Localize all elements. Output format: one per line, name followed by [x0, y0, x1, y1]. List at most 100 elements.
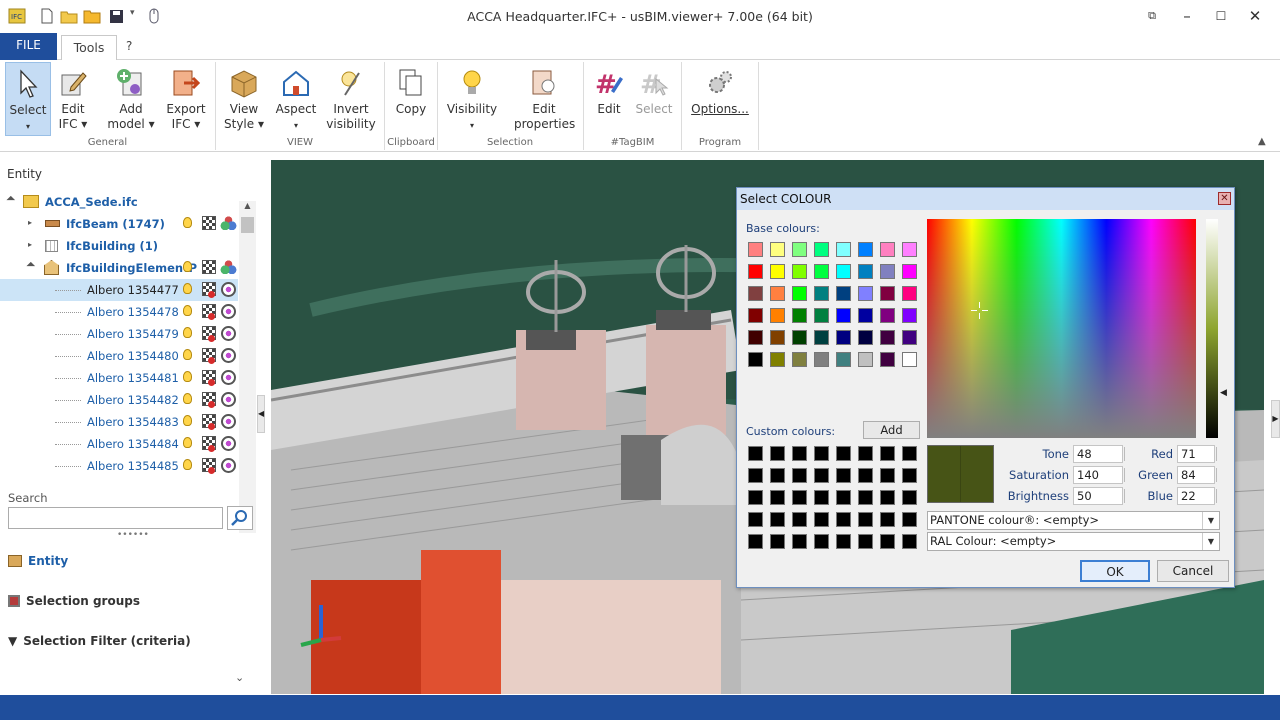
colour-target-icon[interactable] [221, 436, 236, 451]
base-colour-swatch[interactable] [858, 286, 873, 301]
tab-tools[interactable]: Tools [61, 35, 117, 61]
brightness-input[interactable]: 50 [1073, 487, 1125, 505]
base-colour-swatch[interactable] [836, 264, 851, 279]
custom-colour-swatch[interactable] [836, 468, 851, 483]
custom-colour-swatch[interactable] [814, 534, 829, 549]
green-input[interactable]: 84 [1177, 466, 1217, 484]
custom-colour-swatch[interactable] [858, 490, 873, 505]
base-colour-swatch[interactable] [814, 242, 829, 257]
custom-colour-swatch[interactable] [814, 446, 829, 461]
base-colour-swatch[interactable] [770, 308, 785, 323]
custom-colour-swatch[interactable] [858, 512, 873, 527]
transparency-icon[interactable] [202, 260, 216, 274]
base-colour-swatch[interactable] [880, 286, 895, 301]
lightbulb-icon[interactable] [183, 371, 192, 382]
base-colour-swatch[interactable] [836, 308, 851, 323]
custom-colour-swatch[interactable] [748, 512, 763, 527]
custom-colour-swatch[interactable] [836, 490, 851, 505]
saturation-input[interactable]: 140 [1073, 466, 1125, 484]
custom-colour-swatch[interactable] [792, 490, 807, 505]
tone-input[interactable]: 48 [1073, 445, 1125, 463]
lightbulb-icon[interactable] [183, 415, 192, 426]
panel-expand-chevron-icon[interactable]: ⌄ [235, 671, 244, 684]
base-colour-swatch[interactable] [770, 264, 785, 279]
base-colour-swatch[interactable] [902, 308, 917, 323]
custom-colour-swatch[interactable] [836, 534, 851, 549]
base-colour-swatch[interactable] [814, 352, 829, 367]
custom-colour-swatch[interactable] [770, 446, 785, 461]
base-colour-swatch[interactable] [792, 308, 807, 323]
aspect-button[interactable]: Aspect ▾ [274, 62, 318, 136]
custom-colour-swatch[interactable] [902, 512, 917, 527]
base-colour-swatch[interactable] [858, 308, 873, 323]
custom-colour-swatch[interactable] [880, 468, 895, 483]
options-button[interactable]: Options... [690, 62, 750, 136]
base-colour-swatch[interactable] [748, 264, 763, 279]
tree-item[interactable]: ◣ ACCA_Sede.ifc [0, 191, 238, 213]
close-button[interactable]: ✕ [1238, 4, 1272, 28]
custom-colour-swatch[interactable] [880, 446, 895, 461]
cancel-button[interactable]: Cancel [1157, 560, 1229, 582]
custom-colour-swatch[interactable] [858, 446, 873, 461]
base-colour-swatch[interactable] [748, 286, 763, 301]
tree-scrollbar[interactable]: ▲ ▼ [239, 201, 256, 533]
tree-item[interactable]: Albero 1354479 [0, 323, 238, 345]
base-colour-swatch[interactable] [814, 264, 829, 279]
custom-colour-swatch[interactable] [792, 512, 807, 527]
base-colour-swatch[interactable] [770, 352, 785, 367]
base-colour-swatch[interactable] [858, 352, 873, 367]
colour-target-icon[interactable] [221, 392, 236, 407]
tree-item[interactable]: Albero 1354482 [0, 389, 238, 411]
tree-item[interactable]: Albero 1354477 [0, 279, 238, 301]
panel-collapse-handle[interactable]: ◀ [257, 395, 265, 433]
custom-colour-swatch[interactable] [770, 512, 785, 527]
ok-button[interactable]: OK [1080, 560, 1150, 582]
custom-colour-swatch[interactable] [880, 512, 895, 527]
base-colour-swatch[interactable] [792, 352, 807, 367]
colour-target-icon[interactable] [221, 304, 236, 319]
custom-colour-swatch[interactable] [770, 534, 785, 549]
tree-item[interactable]: Albero 1354485 [0, 455, 238, 477]
base-colour-swatch[interactable] [902, 242, 917, 257]
base-colour-swatch[interactable] [814, 330, 829, 345]
right-panel-handle[interactable]: ▶ [1271, 400, 1280, 438]
custom-colour-swatch[interactable] [748, 446, 763, 461]
tree-expander-icon[interactable]: ◣ [26, 261, 37, 272]
pantone-select[interactable]: PANTONE colour®: <empty> ▼ [927, 511, 1220, 530]
tree-expander-icon[interactable]: ◣ [6, 195, 17, 206]
luminance-slider[interactable] [1206, 219, 1218, 438]
colour-balls-icon[interactable] [220, 260, 237, 274]
base-colour-swatch[interactable] [814, 308, 829, 323]
base-colour-swatch[interactable] [792, 286, 807, 301]
lightbulb-icon[interactable] [183, 349, 192, 360]
base-colour-swatch[interactable] [770, 330, 785, 345]
accordion-selection-groups[interactable]: Selection groups [8, 594, 140, 608]
base-colour-swatch[interactable] [792, 330, 807, 345]
minimize-button[interactable]: – [1170, 4, 1204, 28]
custom-colour-swatch[interactable] [792, 446, 807, 461]
collapse-ribbon-icon[interactable]: ▲ [1258, 136, 1266, 147]
custom-colour-swatch[interactable] [814, 490, 829, 505]
custom-colour-swatch[interactable] [836, 512, 851, 527]
tree-item[interactable]: Albero 1354484 [0, 433, 238, 455]
select-button[interactable]: Select ▾ [5, 62, 51, 136]
tree-item[interactable]: Albero 1354481 [0, 367, 238, 389]
base-colour-swatch[interactable] [836, 242, 851, 257]
colour-target-icon[interactable] [221, 326, 236, 341]
visibility-button[interactable]: Visibility ▾ [446, 62, 498, 136]
tab-help[interactable]: ? [126, 33, 140, 60]
colour-target-icon[interactable] [221, 348, 236, 363]
add-custom-colour-button[interactable]: Add [863, 421, 920, 439]
custom-colour-swatch[interactable] [858, 534, 873, 549]
custom-colour-swatch[interactable] [902, 446, 917, 461]
custom-colour-swatch[interactable] [770, 490, 785, 505]
invert-visibility-button[interactable]: Invert visibility [326, 62, 376, 136]
tagbim-select-button[interactable]: # Select [634, 62, 674, 136]
copy-button[interactable]: Copy [392, 62, 430, 136]
base-colour-swatch[interactable] [836, 352, 851, 367]
search-input[interactable] [8, 507, 223, 529]
tab-file[interactable]: FILE [0, 33, 57, 60]
lightbulb-icon[interactable] [183, 393, 192, 404]
custom-colour-swatch[interactable] [748, 490, 763, 505]
colour-target-icon[interactable] [221, 282, 236, 297]
